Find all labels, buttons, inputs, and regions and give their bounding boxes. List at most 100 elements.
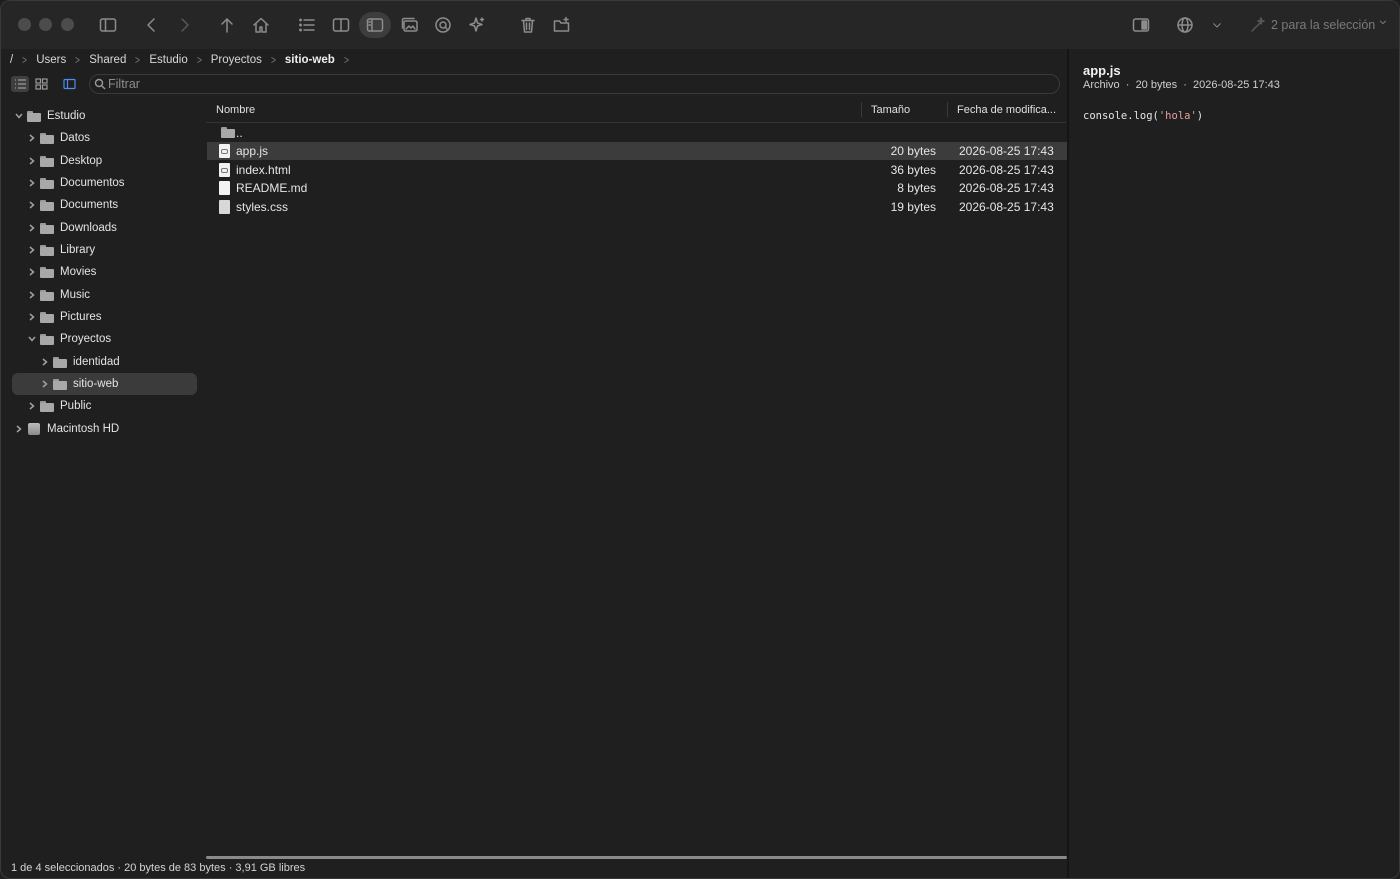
- sidebar-item-public[interactable]: Public: [26, 395, 91, 417]
- sidebar-item-identidad[interactable]: identidad: [39, 351, 120, 373]
- minimize-window-button[interactable]: [39, 18, 52, 31]
- sidebar-item-label: Desktop: [60, 155, 103, 167]
- chevron-right-icon: >: [135, 53, 141, 67]
- preview-pane-icon[interactable]: [359, 12, 391, 38]
- sidebar-item-label: Downloads: [60, 222, 117, 234]
- columns-view-icon[interactable]: [328, 12, 354, 38]
- chevron-right-icon[interactable]: [13, 423, 25, 435]
- filter-input[interactable]: [108, 77, 1008, 91]
- list-item-parent[interactable]: ..: [207, 124, 1067, 142]
- chevron-right-icon[interactable]: [39, 378, 51, 390]
- sidebar-item-documentos[interactable]: Documentos: [26, 172, 125, 194]
- chevron-down-icon[interactable]: [26, 333, 38, 345]
- selection-actions-button[interactable]: 2 para la selección: [1271, 18, 1375, 32]
- status-bar: 1 de 4 seleccionados · 20 bytes de 83 by…: [11, 862, 306, 874]
- grid-icon: [34, 78, 48, 90]
- sidebar-item-sitio-web[interactable]: sitio-web: [12, 373, 197, 395]
- breadcrumb-users[interactable]: Users: [36, 54, 66, 66]
- sidebar-panel-button[interactable]: [60, 76, 78, 92]
- chevron-right-icon[interactable]: [26, 289, 38, 301]
- sidebar-item-music[interactable]: Music: [26, 284, 90, 306]
- column-header-date[interactable]: Fecha de modifica...: [957, 99, 1056, 121]
- gallery-icon[interactable]: [397, 12, 423, 38]
- sidebar-toggle-icon[interactable]: [95, 12, 121, 38]
- chevron-right-icon: >: [22, 53, 28, 67]
- zoom-window-button[interactable]: [61, 18, 74, 31]
- chevron-right-icon[interactable]: [26, 400, 38, 412]
- folder-icon: [40, 400, 54, 412]
- sidebar-item-movies[interactable]: Movies: [26, 261, 96, 283]
- list-mode-button[interactable]: [11, 76, 29, 92]
- sidebar-item-macintosh-hd[interactable]: Macintosh HD: [13, 418, 119, 440]
- sidebar-item-desktop[interactable]: Desktop: [26, 150, 102, 172]
- breadcrumb-sitio-web[interactable]: sitio-web: [285, 54, 335, 66]
- chevron-right-icon[interactable]: [26, 266, 38, 278]
- new-folder-icon[interactable]: [549, 12, 575, 38]
- file-name: app.js: [236, 144, 269, 158]
- column-header-name[interactable]: Nombre: [216, 99, 255, 121]
- folder-icon: [27, 110, 41, 122]
- globe-icon[interactable]: [1172, 12, 1198, 38]
- sparkle-icon[interactable]: [464, 12, 490, 38]
- sidebar-item-proyectos[interactable]: Proyectos: [26, 328, 111, 350]
- sidebar-item-label: sitio-web: [73, 378, 119, 390]
- ai-sparkle-icon: [1245, 12, 1271, 38]
- table-row[interactable]: styles.css 19 bytes 2026-08-25 17:43: [207, 198, 1067, 216]
- horizontal-scrollbar[interactable]: [206, 856, 1067, 859]
- sidebar-item-library[interactable]: Library: [26, 239, 95, 261]
- preview-pane: app.js Archivo · 20 bytes · 2026-08-25 1…: [1069, 49, 1399, 878]
- breadcrumb-estudio[interactable]: Estudio: [149, 54, 187, 66]
- document-file-icon: [219, 181, 230, 195]
- chevron-right-icon[interactable]: [26, 244, 38, 256]
- preview-metadata: Archivo · 20 bytes · 2026-08-25 17:43: [1083, 79, 1280, 91]
- sidebar-item-downloads[interactable]: Downloads: [26, 217, 117, 239]
- chevron-down-icon[interactable]: [1204, 12, 1230, 38]
- forward-icon[interactable]: [171, 12, 197, 38]
- chevron-right-icon[interactable]: [26, 222, 38, 234]
- breadcrumb-root[interactable]: /: [10, 54, 13, 66]
- sidebar-item-label: Documentos: [60, 177, 125, 189]
- chevron-right-icon[interactable]: [26, 199, 38, 211]
- column-header-size[interactable]: Tamaño: [871, 99, 910, 121]
- breadcrumb: / > Users > Shared > Estudio > Proyectos…: [1, 49, 1067, 71]
- folder-icon: [53, 378, 67, 390]
- column-divider[interactable]: [861, 102, 862, 117]
- sidebar-item-label: identidad: [73, 356, 120, 368]
- sidebar-item-estudio[interactable]: Estudio: [13, 105, 85, 127]
- close-window-button[interactable]: [18, 18, 31, 31]
- sidebar-item-documents[interactable]: Documents: [26, 194, 118, 216]
- breadcrumb-shared[interactable]: Shared: [89, 54, 126, 66]
- table-row[interactable]: index.html 36 bytes 2026-08-25 17:43: [207, 161, 1067, 179]
- folder-icon: [40, 132, 54, 144]
- breadcrumb-proyectos[interactable]: Proyectos: [211, 54, 262, 66]
- chevron-right-icon[interactable]: [26, 177, 38, 189]
- parent-folder-icon[interactable]: [214, 12, 240, 38]
- chevron-right-icon[interactable]: [39, 356, 51, 368]
- list-view-icon[interactable]: [294, 12, 320, 38]
- column-divider[interactable]: [947, 102, 948, 117]
- filter-field[interactable]: [89, 74, 1060, 94]
- sidebar-item-datos[interactable]: Datos: [26, 127, 90, 149]
- file-date: 2026-08-25 17:43: [959, 181, 1054, 195]
- grid-mode-button[interactable]: [32, 76, 50, 92]
- home-icon[interactable]: [248, 12, 274, 38]
- chevron-down-icon[interactable]: [13, 110, 25, 122]
- stylesheet-file-icon: [219, 200, 230, 214]
- table-row[interactable]: README.md 8 bytes 2026-08-25 17:43: [207, 179, 1067, 197]
- inspector-toggle-icon[interactable]: [1128, 12, 1154, 38]
- chevron-right-icon[interactable]: [26, 155, 38, 167]
- trash-icon[interactable]: [515, 12, 541, 38]
- file-size: 20 bytes: [890, 144, 936, 158]
- sidebar-item-pictures[interactable]: Pictures: [26, 306, 102, 328]
- folder-icon: [221, 127, 235, 138]
- chevron-right-icon[interactable]: [26, 132, 38, 144]
- chevron-down-icon[interactable]: [1378, 17, 1388, 30]
- sidebar-item-label: Library: [60, 244, 96, 256]
- folder-icon: [40, 289, 54, 301]
- quick-look-icon[interactable]: [430, 12, 456, 38]
- back-icon[interactable]: [139, 12, 165, 38]
- preview-code: console.log('hola'): [1083, 110, 1203, 122]
- table-row[interactable]: app.js 20 bytes 2026-08-25 17:43: [207, 142, 1067, 160]
- chevron-right-icon[interactable]: [26, 311, 38, 323]
- toolbar: 2 para la selección: [1, 1, 1399, 49]
